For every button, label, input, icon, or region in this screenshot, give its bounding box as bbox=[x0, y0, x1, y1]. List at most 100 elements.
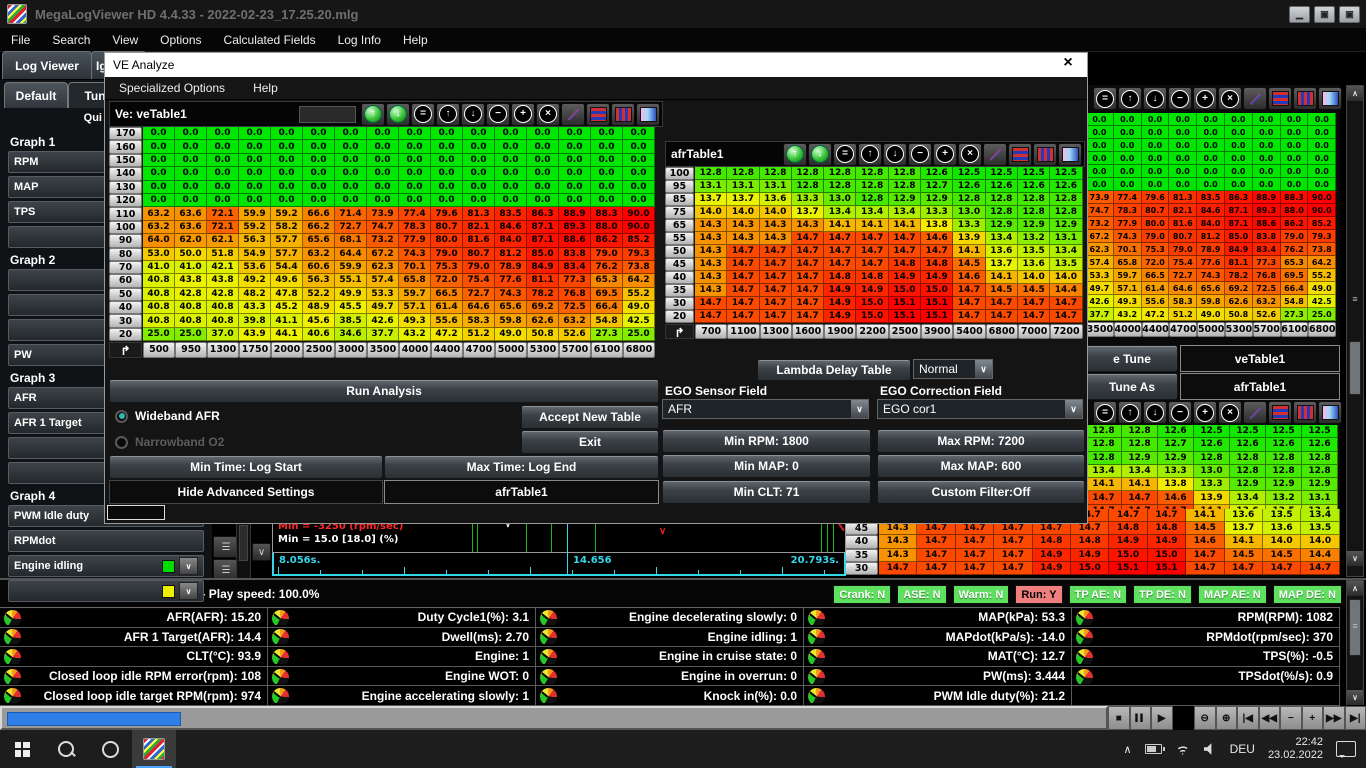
table-cell[interactable]: 88.3 bbox=[591, 207, 623, 220]
lambda-delay-table-button[interactable]: Lambda Delay Table bbox=[757, 359, 911, 381]
table-cell[interactable]: 14.7 bbox=[986, 310, 1018, 323]
table-cell[interactable]: 65.3 bbox=[1281, 256, 1309, 269]
field-chevron-icon[interactable]: ∨ bbox=[179, 557, 198, 575]
table-cell[interactable]: 74.3 bbox=[1197, 269, 1225, 282]
table-cell[interactable]: 12.8 bbox=[856, 193, 888, 206]
table-cell[interactable]: 61.4 bbox=[1142, 282, 1170, 295]
table-cell[interactable]: 76.2 bbox=[1281, 243, 1309, 256]
table-cell[interactable]: 13.5 bbox=[1050, 258, 1082, 271]
clock[interactable]: 22:42 23.02.2022 bbox=[1268, 736, 1323, 762]
clear-icon[interactable]: × bbox=[1218, 87, 1242, 110]
gauge-cell[interactable]: Engine: 1 bbox=[268, 647, 536, 666]
table-cell[interactable]: 13.1 bbox=[695, 180, 727, 193]
table-cell[interactable]: 63.6 bbox=[175, 207, 207, 220]
table-cell[interactable]: 72.1 bbox=[207, 221, 239, 234]
table-cell[interactable]: 73.9 bbox=[367, 207, 399, 220]
table-cell[interactable]: 42.1 bbox=[207, 261, 239, 274]
table-cell[interactable]: 40.8 bbox=[143, 274, 175, 287]
table-cell[interactable]: 89.3 bbox=[559, 221, 591, 234]
table-cell[interactable]: 0.0 bbox=[1308, 126, 1336, 139]
table-cell[interactable]: 51.2 bbox=[1169, 308, 1197, 321]
table-cell[interactable]: 0.0 bbox=[1086, 139, 1114, 152]
table-cell[interactable]: 14.7 bbox=[1109, 509, 1147, 522]
plus-icon[interactable]: + bbox=[933, 143, 957, 166]
row-heatmap-icon[interactable] bbox=[586, 103, 610, 126]
table-cell[interactable]: 14.7 bbox=[792, 258, 824, 271]
decrease-cells-icon[interactable]: ↓ bbox=[883, 143, 907, 166]
sidebar-tab-default[interactable]: Default bbox=[4, 82, 68, 108]
gauge-cell[interactable]: Dwell(ms): 2.70 bbox=[268, 628, 536, 647]
min-rpm-button[interactable]: Min RPM: 1800 bbox=[662, 429, 871, 453]
table-cell[interactable]: 13.5 bbox=[1263, 509, 1301, 522]
table-cell[interactable]: 12.8 bbox=[1266, 452, 1302, 465]
table-cell[interactable]: 49.9 bbox=[335, 288, 367, 301]
table-cell[interactable]: 13.6 bbox=[1018, 258, 1050, 271]
axis-label[interactable]: 6100 bbox=[591, 342, 623, 357]
table-cell[interactable]: 14.8 bbox=[1148, 522, 1186, 535]
table-cell[interactable]: 14.8 bbox=[824, 271, 856, 284]
table-cell[interactable]: 54.4 bbox=[271, 261, 303, 274]
table-cell[interactable]: 15.0 bbox=[921, 284, 953, 297]
table-cell[interactable]: 14.7 bbox=[824, 232, 856, 245]
table-cell[interactable]: 89.3 bbox=[1253, 204, 1281, 217]
row-header[interactable]: 100 bbox=[109, 221, 142, 234]
table-cell[interactable]: 77.6 bbox=[1197, 256, 1225, 269]
table-cell[interactable]: 0.0 bbox=[527, 167, 559, 180]
table-cell[interactable]: 0.0 bbox=[303, 194, 335, 207]
table-cell[interactable]: 57.4 bbox=[1086, 256, 1114, 269]
row-header[interactable]: 140 bbox=[109, 167, 142, 180]
table-cell[interactable]: 14.7 bbox=[1301, 562, 1339, 575]
table-cell[interactable]: 0.0 bbox=[399, 140, 431, 153]
table-cell[interactable]: 55.2 bbox=[1308, 269, 1336, 282]
table-cell[interactable]: 25.0 bbox=[1308, 308, 1336, 321]
table-cell[interactable]: 13.3 bbox=[1158, 465, 1194, 478]
table-cell[interactable]: 14.3 bbox=[879, 522, 917, 535]
table-cell[interactable]: 82.1 bbox=[463, 221, 495, 234]
table-cell[interactable]: 0.0 bbox=[1225, 152, 1253, 165]
pause-button[interactable]: ▌▌ bbox=[1130, 706, 1152, 730]
axis-label[interactable]: 2500 bbox=[889, 324, 921, 339]
table-cell[interactable]: 12.8 bbox=[760, 167, 792, 180]
table-cell[interactable]: 14.7 bbox=[994, 522, 1032, 535]
table-cell[interactable]: 13.0 bbox=[824, 193, 856, 206]
table-cell[interactable]: 0.0 bbox=[1197, 165, 1225, 178]
table-cell[interactable]: 74.3 bbox=[399, 248, 431, 261]
gradient-heatmap-icon[interactable] bbox=[1058, 143, 1082, 166]
radio-wideband-icon[interactable] bbox=[115, 410, 128, 423]
table-cell[interactable]: 14.7 bbox=[792, 284, 824, 297]
column-heatmap-icon[interactable] bbox=[611, 103, 635, 126]
axis-label[interactable]: 3500 bbox=[367, 342, 399, 357]
table-cell[interactable]: 12.8 bbox=[1086, 452, 1122, 465]
stop-button[interactable]: ■ bbox=[1108, 706, 1130, 730]
table-cell[interactable]: 0.0 bbox=[1114, 152, 1142, 165]
axis-label[interactable]: 7000 bbox=[1018, 324, 1050, 339]
axis-label[interactable]: 2500 bbox=[303, 342, 335, 357]
gradient-heatmap-icon[interactable] bbox=[636, 103, 660, 126]
table-cell[interactable]: 0.0 bbox=[1253, 126, 1281, 139]
table-cell[interactable]: 79.0 bbox=[463, 261, 495, 274]
gauge-cell[interactable]: MAPdot(kPa/s): -14.0 bbox=[804, 628, 1072, 647]
skip-start-button[interactable]: |◀ bbox=[1237, 706, 1259, 730]
axis-label[interactable]: 6800 bbox=[623, 342, 655, 357]
table-cell[interactable]: 14.7 bbox=[956, 562, 994, 575]
table-cell[interactable]: 14.7 bbox=[994, 535, 1032, 548]
table-cell[interactable]: 12.5 bbox=[986, 167, 1018, 180]
table-cell[interactable]: 14.8 bbox=[1109, 522, 1147, 535]
table-cell[interactable]: 83.4 bbox=[1253, 243, 1281, 256]
decrease-cells-icon[interactable]: ↓ bbox=[1143, 87, 1167, 110]
table-cell[interactable]: 0.0 bbox=[1142, 139, 1170, 152]
table-cell[interactable]: 42.8 bbox=[175, 288, 207, 301]
table-cell[interactable]: 0.0 bbox=[367, 167, 399, 180]
table-cell[interactable]: 14.1 bbox=[856, 219, 888, 232]
wifi-icon[interactable] bbox=[1175, 743, 1191, 755]
table-cell[interactable]: 65.6 bbox=[303, 234, 335, 247]
table-cell[interactable]: 13.3 bbox=[792, 193, 824, 206]
table-cell[interactable]: 13.7 bbox=[727, 193, 759, 206]
table-cell[interactable]: 77.3 bbox=[1253, 256, 1281, 269]
table-cell[interactable]: 88.6 bbox=[1253, 217, 1281, 230]
table-cell[interactable]: 0.0 bbox=[143, 167, 175, 180]
table-cell[interactable]: 14.3 bbox=[695, 271, 727, 284]
table-cell[interactable]: 81.6 bbox=[463, 234, 495, 247]
table-cell[interactable]: 0.0 bbox=[303, 181, 335, 194]
table-cell[interactable]: 40.8 bbox=[143, 314, 175, 327]
